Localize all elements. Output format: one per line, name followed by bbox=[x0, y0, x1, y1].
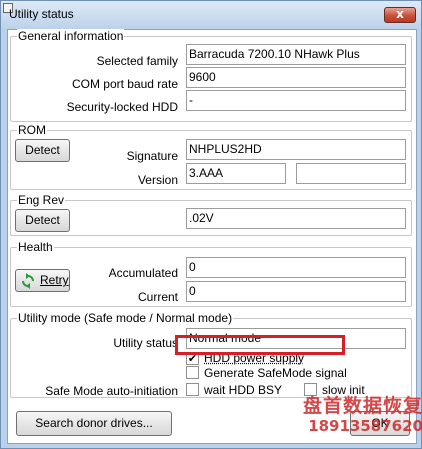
generate-safemode-label: Generate SafeMode signal bbox=[204, 366, 347, 380]
watermark-line2: 18913587620 bbox=[308, 417, 422, 435]
eng-rev-field: .02V bbox=[186, 208, 406, 229]
dialog-body: General information Selected family Barr… bbox=[7, 29, 417, 444]
version-label: Version bbox=[137, 173, 178, 187]
refresh-icon bbox=[22, 273, 34, 289]
wait-hdd-bsy-label: wait HDD BSY bbox=[204, 383, 283, 397]
wait-hdd-bsy-checkbox[interactable] bbox=[186, 383, 199, 396]
signature-label: Signature bbox=[126, 149, 178, 163]
baud-rate-field: 9600 bbox=[186, 67, 406, 88]
title-bar[interactable]: Utility status x bbox=[1, 1, 421, 29]
watermark-line1: 盘首数据恢复 bbox=[302, 395, 422, 417]
eng-rev-title: Eng Rev bbox=[17, 193, 66, 207]
search-donor-drives-button[interactable]: Search donor drives... bbox=[16, 411, 172, 436]
health-title: Health bbox=[17, 240, 54, 254]
security-locked-label: Security-locked HDD bbox=[66, 100, 178, 114]
rom-title: ROM bbox=[17, 123, 47, 137]
window-title: Utility status bbox=[9, 7, 74, 21]
current-label: Current bbox=[137, 290, 178, 304]
security-locked-field: - bbox=[186, 90, 406, 111]
utility-status-label: Utility status bbox=[113, 336, 178, 350]
version-field: 3.AAA bbox=[186, 163, 286, 184]
utility-status-window: Utility status x General information Sel… bbox=[0, 0, 422, 449]
version-extra-field bbox=[296, 163, 406, 184]
watermark: 盘首数据恢复 18913587620 bbox=[301, 395, 422, 435]
retry-button[interactable]: Retry bbox=[15, 269, 70, 292]
safe-mode-auto-label: Safe Mode auto-initiation bbox=[45, 384, 178, 398]
safemode-highlight-box bbox=[175, 335, 345, 355]
eng-rev-detect-button[interactable]: Detect bbox=[15, 209, 70, 232]
generate-safemode-checkbox[interactable] bbox=[186, 366, 199, 379]
retry-label: Retry bbox=[40, 273, 69, 287]
baud-rate-label: COM port baud rate bbox=[71, 77, 178, 91]
rom-detect-button[interactable]: Detect bbox=[15, 139, 70, 162]
accumulated-label: Accumulated bbox=[108, 266, 178, 280]
selected-family-label: Selected family bbox=[96, 54, 178, 68]
current-field: 0 bbox=[186, 281, 406, 302]
accumulated-field: 0 bbox=[186, 257, 406, 278]
utility-mode-title: Utility mode (Safe mode / Normal mode) bbox=[17, 311, 234, 325]
close-button[interactable]: x bbox=[384, 7, 416, 23]
general-information-title: General information bbox=[17, 29, 125, 43]
selected-family-field: Barracuda 7200.10 NHawk Plus bbox=[186, 44, 406, 65]
signature-field: NHPLUS2HD bbox=[186, 139, 406, 160]
